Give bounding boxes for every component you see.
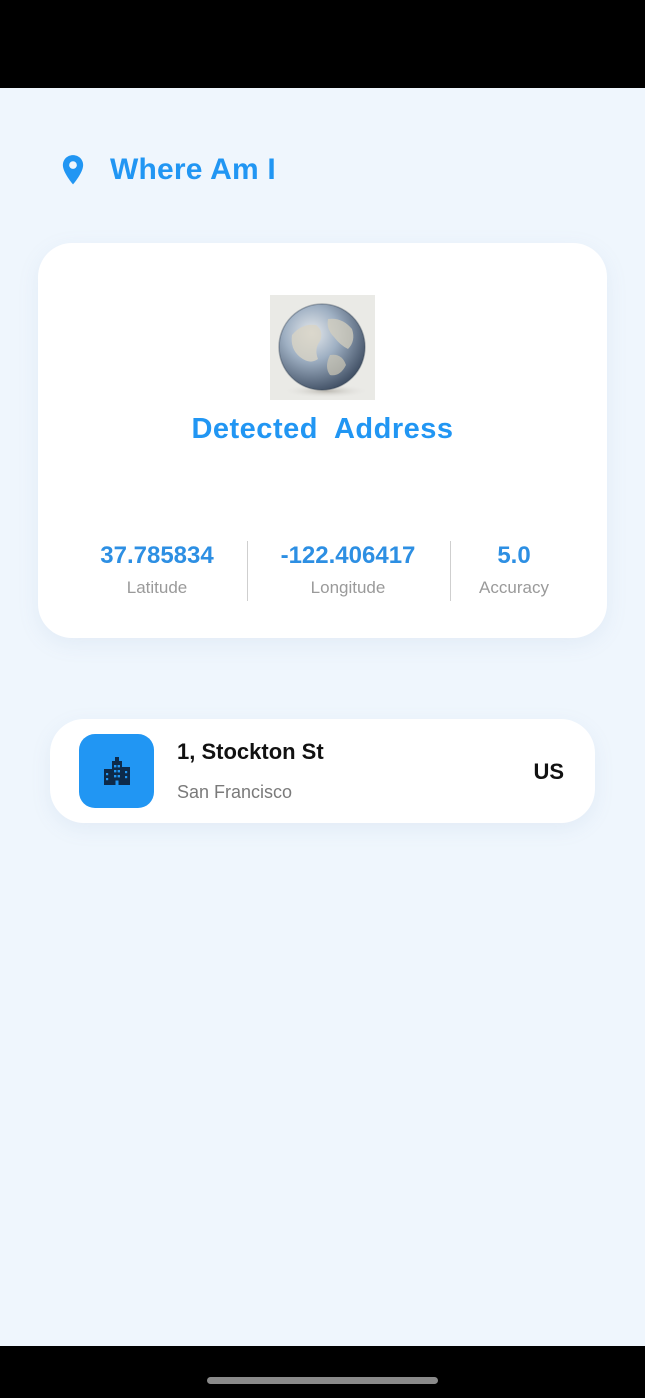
longitude-stat: -122.406417 Longitude: [264, 541, 432, 599]
app-header: Where Am I: [60, 152, 276, 188]
accuracy-value: 5.0: [497, 542, 531, 569]
address-city: San Francisco: [177, 782, 293, 802]
address-list-item[interactable]: 1, Stockton St San Francisco US: [50, 719, 595, 823]
stat-divider: [450, 541, 451, 601]
app-screen: Where Am I Detected Address 37.785834 La…: [0, 88, 645, 1346]
location-card: Detected Address 37.785834 Latitude -122…: [38, 243, 607, 638]
latitude-label: Latitude: [126, 578, 188, 597]
city-buildings-icon: [79, 734, 154, 808]
stat-divider: [247, 541, 248, 601]
longitude-value: -122.406417: [280, 542, 416, 569]
accuracy-label: Accuracy: [479, 578, 549, 597]
accuracy-stat: 5.0 Accuracy: [468, 541, 560, 599]
location-pin-icon: [60, 154, 86, 186]
latitude-value: 37.785834: [100, 542, 214, 569]
system-nav-bar: [0, 1346, 645, 1398]
status-bar: [0, 0, 645, 88]
address-street: 1, Stockton St: [177, 739, 324, 764]
latitude-stat: 37.785834 Latitude: [88, 541, 226, 599]
page-title: Where Am I: [110, 153, 276, 186]
home-indicator[interactable]: [207, 1377, 438, 1384]
detected-address-title: Detected Address: [191, 413, 454, 445]
longitude-label: Longitude: [310, 578, 386, 597]
globe-image: [270, 295, 375, 400]
address-country: US: [533, 759, 564, 784]
